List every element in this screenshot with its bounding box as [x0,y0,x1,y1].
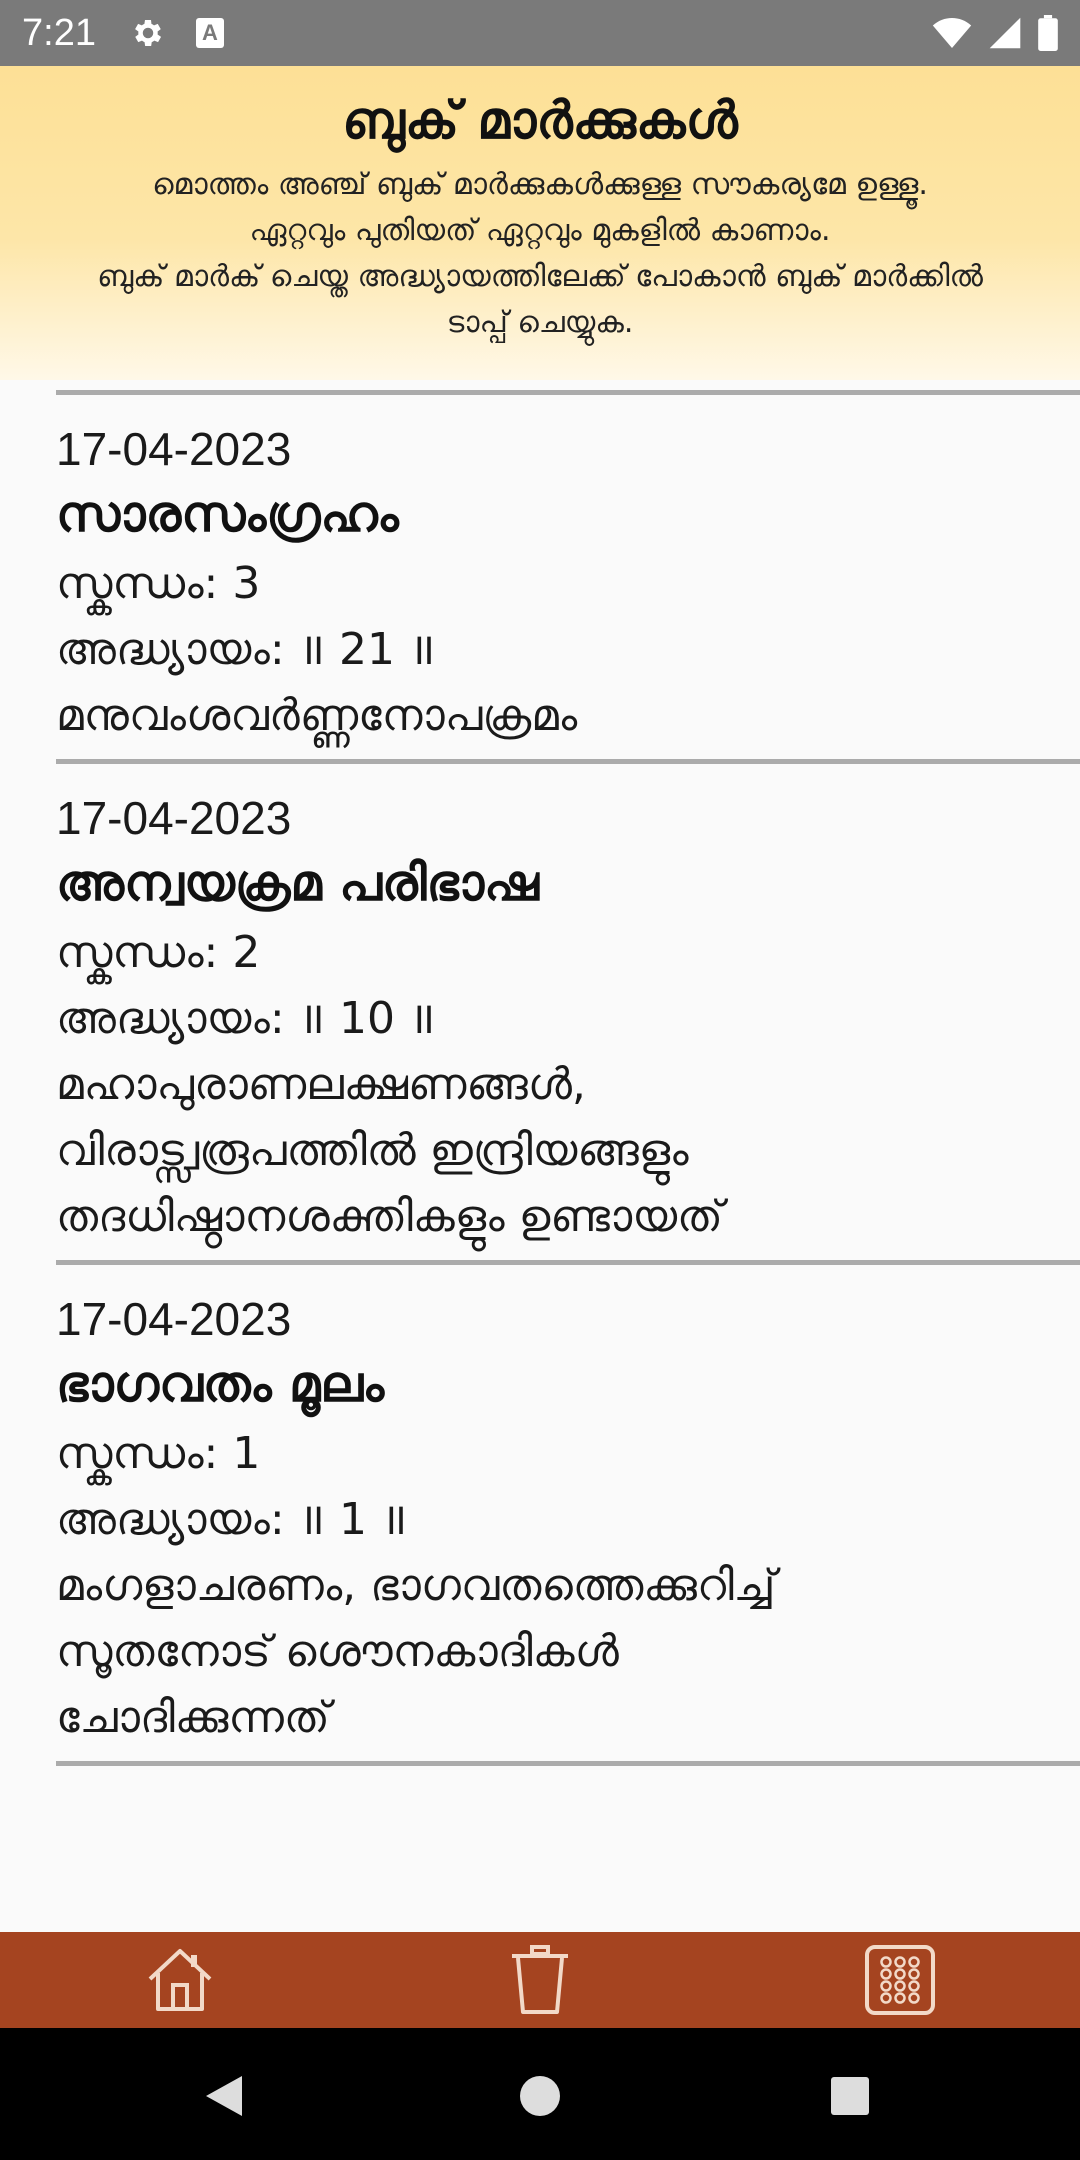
bookmark-list: 17-04-2023 സാരസംഗ്രഹം സ്കന്ധം: 3 അദ്ധ്യായ… [56,390,1080,1766]
bookmark-adhyayam: അദ്ധ്യായം: ॥ 1 ॥ [56,1487,1080,1553]
status-time: 7:21 [22,11,96,54]
adhyayam-label: അദ്ധ്യായം: [56,1494,285,1545]
header-desc-line: മൊത്തം അഞ്ച് ബുക് മാർക്കുകൾക്കുള്ള സൗകര്… [152,167,928,202]
nav-back-button[interactable] [196,2068,252,2124]
bookmark-description: മഹാപുരാണലക്ഷണങ്ങൾ, വിരാട്സ്വരൂപത്തിൽ ഇന്… [56,1052,1080,1250]
wifi-icon [932,18,972,48]
bookmark-date: 17-04-2023 [56,423,292,475]
adhyayam-value: ॥ 1 ॥ [298,1494,408,1545]
bookmark-item[interactable]: 17-04-2023 അന്വയക്രമ പരിഭാഷ സ്കന്ധം: 2 അദ… [56,764,1080,1260]
grid-icon [865,1945,935,2015]
bookmark-date: 17-04-2023 [56,1293,292,1345]
skandham-label: സ്കന്ധം: [56,1428,219,1479]
adhyayam-value: ॥ 21 ॥ [298,624,436,675]
bookmark-desc-line: മനുവംശവർണ്ണനോപക്രമം [56,690,578,741]
divider [56,1761,1080,1766]
back-icon [206,2076,242,2116]
bookmark-description: മംഗളാചരണം, ഭാഗവതത്തെക്കുറിച്ച് സൂതനോട് ശ… [56,1553,1080,1751]
skandham-value: 2 [232,927,261,978]
bookmark-adhyayam: അദ്ധ്യായം: ॥ 10 ॥ [56,986,1080,1052]
bookmark-title: അന്വയക്രമ പരിഭാഷ [56,854,539,912]
bookmark-desc-line: തദധിഷ്ഠാനശക്തികളും ഉണ്ടായത് [56,1191,723,1242]
status-bar: 7:21 A [0,0,1080,66]
bookmark-desc-line: വിരാട്സ്വരൂപത്തിൽ ഇന്ദ്രിയങ്ങളും [56,1125,689,1176]
adhyayam-value: ॥ 10 ॥ [298,993,436,1044]
battery-icon [1038,15,1058,51]
status-right-icons [932,15,1058,51]
bookmark-desc-line: മംഗളാചരണം, ഭാഗവതത്തെക്കുറിച്ച് [56,1560,776,1611]
bookmark-desc-line: ചോദിക്കുന്നത് [56,1692,330,1743]
home-icon [148,1949,212,2011]
skandham-label: സ്കന്ധം: [56,927,219,978]
recents-icon [831,2077,869,2115]
bookmark-skandham: സ്കന്ധം: 1 [56,1421,1080,1487]
navigation-bar [0,2028,1080,2160]
skandham-label: സ്കന്ധം: [56,558,219,609]
bookmark-description: മനുവംശവർണ്ണനോപക്രമം [56,683,1080,749]
bookmark-skandham: സ്കന്ധം: 3 [56,551,1080,617]
home-button[interactable] [142,1942,218,2018]
bookmark-title: ഭാഗവതം മൂലം [56,1355,385,1413]
adhyayam-label: അദ്ധ്യായം: [56,624,285,675]
header-desc-line: ഏറ്റവും പുതിയത് ഏറ്റവും മുകളിൽ കാണാം. [249,213,831,248]
delete-button[interactable] [502,1942,578,2018]
nav-recents-button[interactable] [822,2068,878,2124]
bookmark-title: സാരസംഗ്രഹം [56,485,399,543]
bookmarks-header: ബുക് മാർക്കുകൾ മൊത്തം അഞ്ച് ബുക് മാർക്കു… [0,66,1080,380]
skandham-value: 1 [232,1428,261,1479]
skandham-value: 3 [232,558,261,609]
header-desc-line: ടാപ്പ് ചെയ്യുക. [446,305,634,340]
apps-grid-button[interactable] [862,1942,938,2018]
gear-icon [135,19,162,47]
bottom-toolbar [0,1932,1080,2028]
bookmark-skandham: സ്കന്ധം: 2 [56,920,1080,986]
signal-icon [989,17,1021,49]
header-description: മൊത്തം അഞ്ച് ബുക് മാർക്കുകൾക്കുള്ള സൗകര്… [0,162,1080,346]
a-badge-icon: A [195,18,224,48]
bookmark-adhyayam: അദ്ധ്യായം: ॥ 21 ॥ [56,617,1080,683]
bookmark-date: 17-04-2023 [56,792,292,844]
home-circle-icon [520,2076,560,2116]
bookmark-item[interactable]: 17-04-2023 സാരസംഗ്രഹം സ്കന്ധം: 3 അദ്ധ്യായ… [56,395,1080,759]
page-title: ബുക് മാർക്കുകൾ [342,91,738,151]
trash-icon [512,1945,568,2014]
bookmark-desc-line: മഹാപുരാണലക്ഷണങ്ങൾ, [56,1059,586,1110]
header-desc-line: ബുക് മാർക് ചെയ്ത അദ്ധ്യായത്തിലേക്ക് പോകാ… [97,259,983,294]
bookmark-item[interactable]: 17-04-2023 ഭാഗവതം മൂലം സ്കന്ധം: 1 അദ്ധ്യാ… [56,1265,1080,1761]
adhyayam-label: അദ്ധ്യായം: [56,993,285,1044]
bookmark-desc-line: സൂതനോട് ശൌനകാദികൾ [56,1626,619,1677]
nav-home-button[interactable] [512,2068,568,2124]
